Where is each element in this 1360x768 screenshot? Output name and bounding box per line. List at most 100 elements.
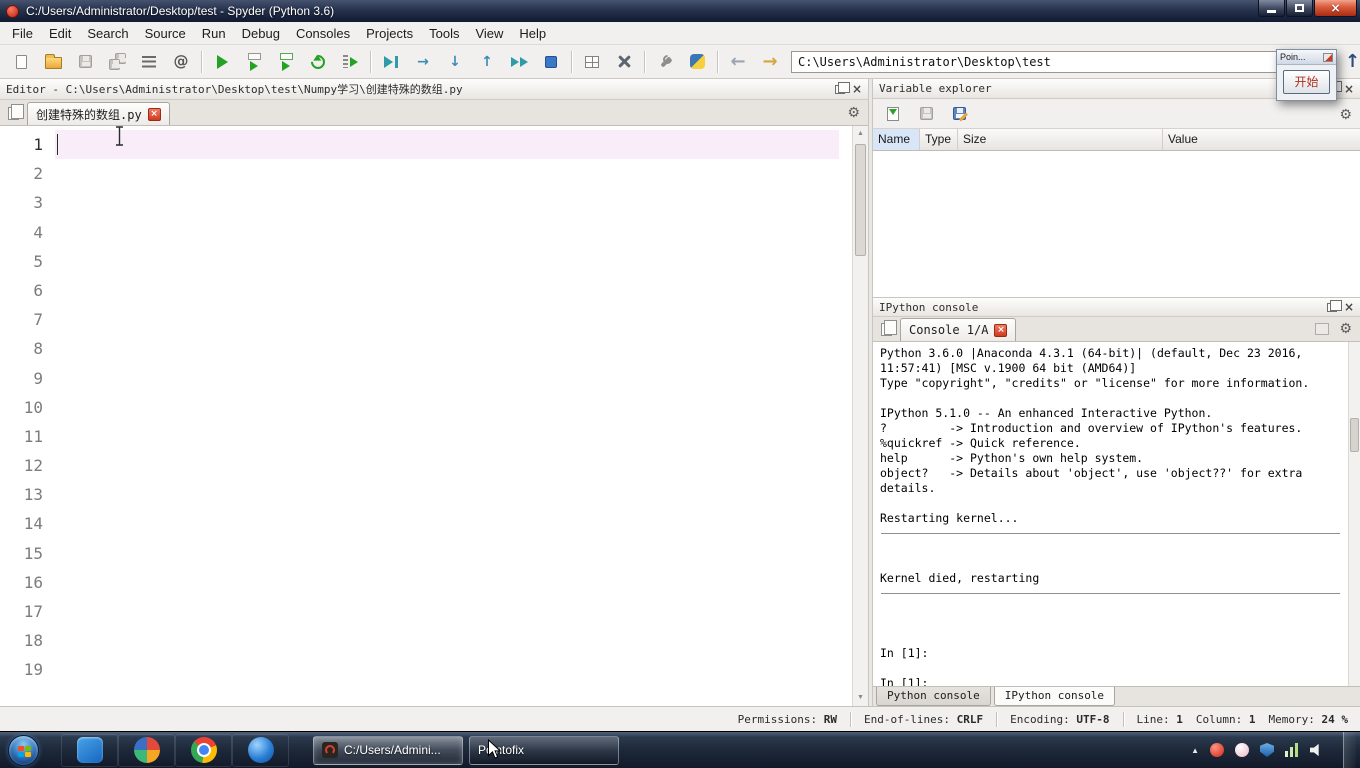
- fullscreen-button[interactable]: [609, 48, 639, 76]
- pinned-app-3[interactable]: [175, 733, 232, 767]
- tray-icon-1[interactable]: [1210, 743, 1224, 757]
- console-tab[interactable]: Console 1/A ×: [900, 318, 1017, 341]
- variable-table-header: Name Type Size Value: [873, 128, 1360, 151]
- console-options-icon[interactable]: ⚙: [1339, 321, 1352, 335]
- console-tab-bar: Console 1/A × ⚙: [873, 317, 1360, 342]
- maximize-button[interactable]: [1286, 0, 1313, 17]
- pointofix-title-bar[interactable]: Poin...: [1277, 50, 1336, 65]
- rerun-cell-button[interactable]: [303, 48, 333, 76]
- console-output[interactable]: Python 3.6.0 |Anaconda 4.3.1 (64-bit)| (…: [873, 342, 1348, 686]
- menu-projects[interactable]: Projects: [358, 23, 421, 44]
- line-number: 18: [23, 631, 43, 651]
- pinned-app-4[interactable]: [232, 733, 289, 767]
- parent-directory-button[interactable]: ↑: [1345, 51, 1360, 72]
- undock-icon[interactable]: [834, 81, 850, 94]
- close-pane-icon[interactable]: ×: [1344, 301, 1354, 313]
- menu-search[interactable]: Search: [79, 23, 136, 44]
- browse-tabs-icon[interactable]: [881, 320, 897, 336]
- pinned-app-2[interactable]: [118, 733, 175, 767]
- editor-scroll-thumb[interactable]: [855, 144, 866, 256]
- toolbar-separator: [370, 50, 371, 73]
- variable-table-body[interactable]: [873, 151, 1360, 297]
- taskbar-window-spyder[interactable]: C:/Users/Admini...: [313, 735, 463, 765]
- menu-edit[interactable]: Edit: [41, 23, 79, 44]
- symbol-finder-button[interactable]: @: [166, 48, 196, 76]
- minimize-button[interactable]: [1258, 0, 1285, 17]
- tray-icon-2[interactable]: [1235, 743, 1249, 757]
- editor-scrollbar[interactable]: ▲ ▼: [852, 126, 868, 706]
- close-button[interactable]: ×: [1314, 0, 1357, 17]
- menu-debug[interactable]: Debug: [234, 23, 288, 44]
- new-file-button[interactable]: [6, 48, 36, 76]
- maximize-pane-button[interactable]: [577, 48, 607, 76]
- spyder-window: C:/Users/Administrator/Desktop/test - Sp…: [0, 0, 1360, 768]
- back-button[interactable]: ←: [723, 48, 753, 76]
- working-directory-input[interactable]: [791, 50, 1336, 73]
- tray-icon-3[interactable]: [1260, 743, 1274, 757]
- run-cell-button[interactable]: [239, 48, 269, 76]
- close-pane-icon[interactable]: ×: [1344, 83, 1354, 95]
- tab-python-console[interactable]: Python console: [876, 687, 991, 706]
- editor-tab[interactable]: 创建特殊的数组.py ×: [27, 102, 170, 125]
- line-number: 2: [33, 164, 43, 184]
- menu-source[interactable]: Source: [137, 23, 194, 44]
- browse-tabs-icon[interactable]: [8, 104, 24, 120]
- code-area[interactable]: [55, 126, 852, 706]
- close-tab-icon[interactable]: ×: [994, 323, 1008, 337]
- import-data-button[interactable]: [881, 102, 905, 126]
- editor-body[interactable]: 1 2 3 4 5 6 7 8 9 10 11 12 13 14 15 16 17 18 19 ▲ ▼: [0, 126, 868, 706]
- pythonpath-button[interactable]: [682, 48, 712, 76]
- tray-icon-4[interactable]: [1285, 743, 1299, 757]
- pinned-app-1[interactable]: [61, 733, 118, 767]
- toolbar-separator: [717, 50, 718, 73]
- menu-view[interactable]: View: [467, 23, 511, 44]
- console-scroll-thumb[interactable]: [1350, 418, 1359, 452]
- column-header-name[interactable]: Name: [873, 129, 920, 150]
- save-button: [70, 48, 100, 76]
- step-return-button[interactable]: ↑: [472, 48, 502, 76]
- show-hidden-icons-button[interactable]: ▲: [1191, 746, 1199, 755]
- open-file-button[interactable]: [38, 48, 68, 76]
- continue-button[interactable]: [504, 48, 534, 76]
- column-header-size[interactable]: Size: [958, 129, 1163, 150]
- scroll-up-icon[interactable]: ▲: [853, 127, 868, 141]
- line-number: 3: [33, 193, 43, 213]
- step-over-button[interactable]: →: [408, 48, 438, 76]
- forward-button[interactable]: →: [755, 48, 785, 76]
- menu-run[interactable]: Run: [194, 23, 234, 44]
- column-header-value[interactable]: Value: [1163, 129, 1360, 150]
- editor-options-icon[interactable]: ⚙: [847, 105, 860, 119]
- tray-icon-5[interactable]: [1310, 743, 1319, 757]
- console-scrollbar[interactable]: [1348, 342, 1360, 686]
- stop-debug-button[interactable]: [536, 48, 566, 76]
- console-view-icon[interactable]: [1315, 323, 1330, 335]
- close-tab-icon[interactable]: ×: [147, 107, 161, 121]
- menu-file[interactable]: File: [4, 23, 41, 44]
- debug-button[interactable]: [376, 48, 406, 76]
- file-switcher-button[interactable]: [134, 48, 164, 76]
- step-into-button[interactable]: ↓: [440, 48, 470, 76]
- preferences-button[interactable]: [650, 48, 680, 76]
- menu-consoles[interactable]: Consoles: [288, 23, 358, 44]
- pinned-app-1-icon: [76, 737, 103, 763]
- line-number: 14: [23, 514, 43, 534]
- title-bar[interactable]: C:/Users/Administrator/Desktop/test - Sp…: [0, 0, 1360, 22]
- save-data-as-button[interactable]: [947, 102, 971, 126]
- ibeam-cursor: [116, 126, 123, 146]
- show-desktop-button[interactable]: [1343, 731, 1356, 768]
- tab-ipython-console[interactable]: IPython console: [993, 687, 1116, 706]
- scroll-down-icon[interactable]: ▼: [853, 691, 868, 705]
- pointofix-start-button[interactable]: 开始: [1283, 70, 1330, 94]
- undock-icon[interactable]: [1326, 299, 1342, 312]
- run-button[interactable]: [207, 48, 237, 76]
- variable-options-icon[interactable]: ⚙: [1339, 107, 1352, 121]
- menu-help[interactable]: Help: [511, 23, 554, 44]
- run-cell-advance-button[interactable]: [271, 48, 301, 76]
- close-pane-icon[interactable]: ×: [852, 83, 862, 95]
- menu-tools[interactable]: Tools: [421, 23, 467, 44]
- start-button[interactable]: [8, 734, 39, 766]
- column-header-type[interactable]: Type: [920, 129, 958, 150]
- run-selection-button[interactable]: [335, 48, 365, 76]
